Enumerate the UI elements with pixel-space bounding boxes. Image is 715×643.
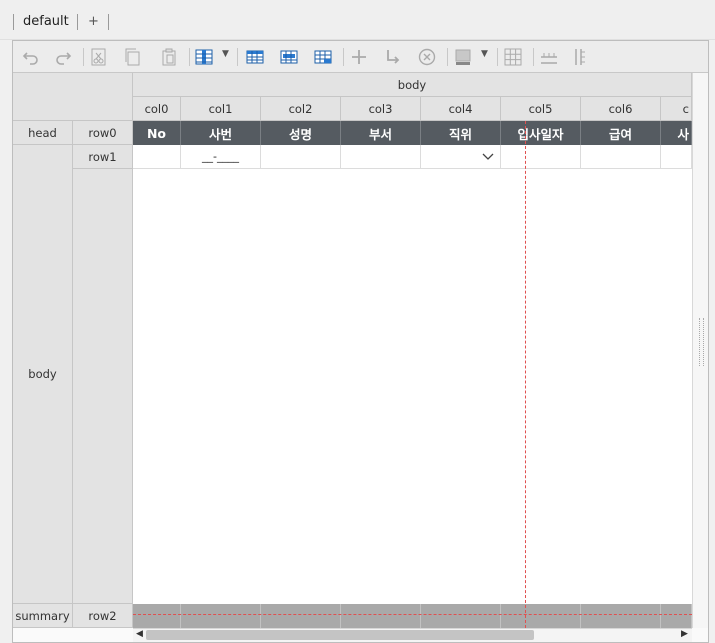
- column-header[interactable]: col4: [421, 97, 501, 121]
- scroll-left-arrow[interactable]: ◀: [136, 629, 143, 639]
- toolbar-divider: [237, 48, 238, 66]
- toolbar-divider: [83, 48, 84, 66]
- body-cell[interactable]: [501, 145, 581, 169]
- tab-divider: [77, 14, 78, 30]
- row-label-row0[interactable]: row0: [73, 121, 133, 145]
- summary-cell[interactable]: [421, 604, 501, 628]
- split-vertical-icon[interactable]: [573, 47, 593, 67]
- head-cell[interactable]: 사번: [181, 121, 261, 145]
- redo-icon[interactable]: [53, 47, 73, 67]
- toolbar-divider: [533, 48, 534, 66]
- band-label-head: head: [13, 121, 73, 145]
- summary-cell[interactable]: [581, 604, 661, 628]
- column-header[interactable]: col5: [501, 97, 581, 121]
- summary-cell[interactable]: [181, 604, 261, 628]
- summary-cell[interactable]: [261, 604, 341, 628]
- head-cell[interactable]: 직위: [421, 121, 501, 145]
- chevron-down-icon[interactable]: ▼: [222, 49, 229, 59]
- row-label-empty: [73, 169, 133, 604]
- masked-input-cell[interactable]: __-____: [181, 145, 261, 169]
- split-horizontal-icon[interactable]: [539, 47, 559, 67]
- arrow-enter-icon[interactable]: [383, 47, 403, 67]
- chevron-down-icon[interactable]: ▼: [481, 49, 488, 59]
- grid-lines-icon[interactable]: [503, 47, 523, 67]
- summary-cell[interactable]: [501, 604, 581, 628]
- column-header[interactable]: col0: [133, 97, 181, 121]
- copy-icon[interactable]: [123, 47, 143, 67]
- column-header[interactable]: col2: [261, 97, 341, 121]
- paste-icon[interactable]: [159, 47, 179, 67]
- add-icon[interactable]: [349, 47, 369, 67]
- row-label-row1[interactable]: row1: [73, 145, 133, 169]
- vertical-scrollbar[interactable]: [692, 73, 708, 628]
- add-tab-button[interactable]: +: [88, 14, 99, 30]
- body-cell[interactable]: [581, 145, 661, 169]
- combo-cell[interactable]: [421, 145, 501, 169]
- body-cell[interactable]: [261, 145, 341, 169]
- tab-bar: default +: [0, 0, 715, 40]
- horizontal-guide-line: [133, 614, 692, 615]
- summary-cell[interactable]: [341, 604, 421, 628]
- grid-header-icon[interactable]: [279, 47, 299, 67]
- head-cell[interactable]: 사: [661, 121, 692, 145]
- horizontal-scroll-thumb[interactable]: [146, 630, 534, 640]
- head-cell[interactable]: 급여: [581, 121, 661, 145]
- scroll-right-arrow[interactable]: ▶: [681, 629, 688, 639]
- undo-icon[interactable]: [21, 47, 41, 67]
- band-label-body: body: [13, 145, 73, 604]
- body-cell[interactable]: [341, 145, 421, 169]
- tab-divider: [13, 14, 14, 30]
- grid-corner: [13, 73, 133, 121]
- head-cell[interactable]: 부서: [341, 121, 421, 145]
- toolbar-divider: [343, 48, 344, 66]
- band-label-summary: summary: [13, 604, 73, 628]
- toolbar-divider: [447, 48, 448, 66]
- summary-cell[interactable]: [133, 604, 181, 628]
- column-header[interactable]: col1: [181, 97, 261, 121]
- column-header[interactable]: col6: [581, 97, 661, 121]
- tab-default[interactable]: default: [23, 14, 69, 30]
- fill-color-icon[interactable]: [453, 47, 473, 67]
- toolbar-divider: [189, 48, 190, 66]
- chevron-down-icon[interactable]: [482, 152, 494, 162]
- grid-body-empty-area: [133, 169, 692, 604]
- body-cell[interactable]: [661, 145, 692, 169]
- column-header[interactable]: c: [661, 97, 692, 121]
- column-header[interactable]: col3: [341, 97, 421, 121]
- band-header-body: body: [133, 73, 692, 97]
- toolbar: ▼ ▼: [13, 41, 708, 73]
- head-cell[interactable]: 성명: [261, 121, 341, 145]
- body-cell[interactable]: [133, 145, 181, 169]
- toolbar-divider: [497, 48, 498, 66]
- summary-cell[interactable]: [661, 604, 692, 628]
- head-cell[interactable]: 입사일자: [501, 121, 581, 145]
- row-label-row2[interactable]: row2: [73, 604, 133, 628]
- delete-circle-icon[interactable]: [417, 47, 437, 67]
- head-cell[interactable]: No: [133, 121, 181, 145]
- scroll-grip[interactable]: [699, 318, 704, 366]
- tab-divider: [108, 14, 109, 30]
- column-insert-icon[interactable]: [194, 47, 214, 67]
- grid-blue-icon[interactable]: [245, 47, 265, 67]
- grid-summary-icon[interactable]: [313, 47, 333, 67]
- cut-icon[interactable]: [89, 47, 109, 67]
- vertical-guide-line: [525, 121, 526, 628]
